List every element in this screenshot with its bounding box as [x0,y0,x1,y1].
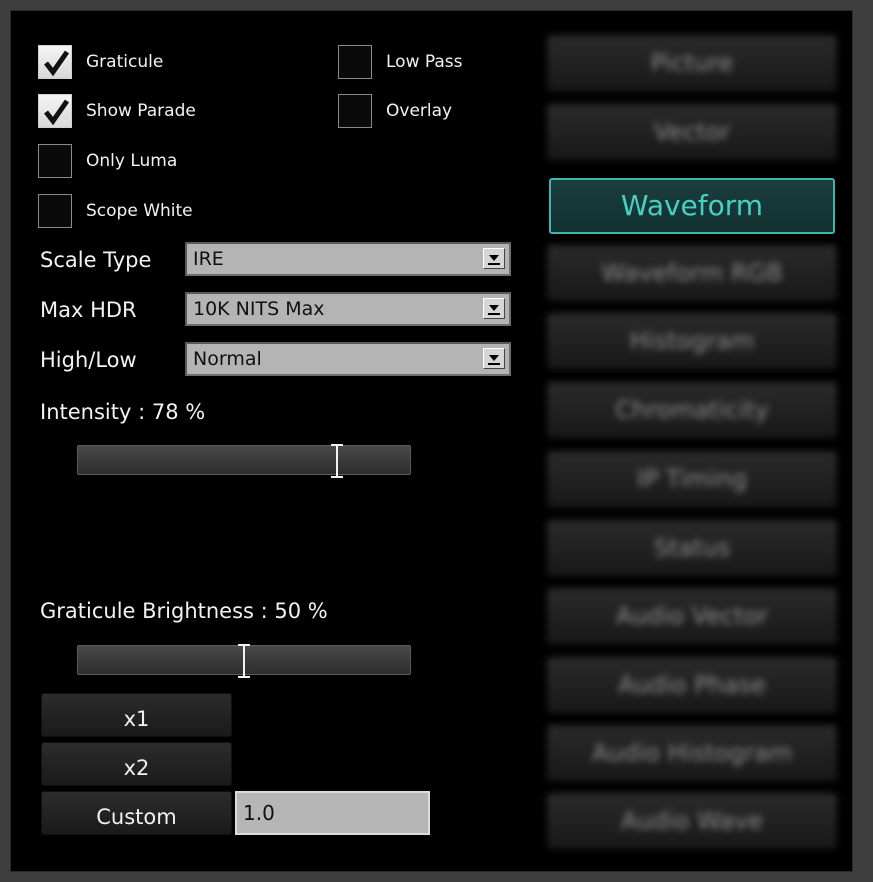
high-low-value: Normal [193,348,262,370]
scope-white-checkbox-row[interactable]: Scope White [38,194,193,228]
overlay-checkbox-row[interactable]: Overlay [338,94,452,128]
max-hdr-select[interactable]: 10K NITS Max [185,292,511,326]
checkmark-icon [44,99,70,126]
high-low-select[interactable]: Normal [185,342,511,376]
dropdown-arrow-icon[interactable] [483,348,505,369]
custom-zoom-input[interactable]: 1.0 [235,791,430,835]
graticule-brightness-label: Graticule Brightness : 50 % [40,599,328,623]
scope-button-audio-wave[interactable]: Audio Wave [547,793,837,849]
show-parade-label: Show Parade [86,101,196,121]
scope-button-chromaticity[interactable]: Chromaticity [547,382,837,438]
show-parade-checkbox-row[interactable]: Show Parade [38,94,196,128]
scope-button-audio-histogram[interactable]: Audio Histogram [547,725,837,781]
graticule-checkbox-row[interactable]: Graticule [38,45,163,79]
show-parade-checkbox[interactable] [38,94,72,128]
scope-button-ip-timing[interactable]: IP Timing [547,451,837,507]
scope-button-status[interactable]: Status [547,520,837,576]
graticule-brightness-slider-handle[interactable] [238,643,250,679]
scale-type-label: Scale Type [40,248,152,272]
graticule-label: Graticule [86,52,164,72]
scope-button-picture[interactable]: Picture [547,35,837,91]
intensity-label: Intensity : 78 % [40,400,206,424]
low-pass-checkbox[interactable] [338,45,372,79]
only-luma-checkbox[interactable] [38,144,72,178]
scope-button-vector[interactable]: Vector [547,104,837,160]
intensity-slider-handle[interactable] [331,443,343,479]
graticule-brightness-slider[interactable] [77,645,411,676]
overlay-checkbox[interactable] [338,94,372,128]
only-luma-label: Only Luma [86,151,178,171]
scope-white-checkbox[interactable] [38,194,72,228]
zoom-custom-button[interactable]: Custom [41,791,232,835]
dropdown-arrow-icon[interactable] [483,248,505,269]
scope-button-histogram[interactable]: Histogram [547,313,837,369]
intensity-slider[interactable] [77,445,411,476]
dropdown-arrow-icon[interactable] [483,298,505,319]
scale-type-select[interactable]: IRE [185,242,511,276]
scale-type-value: IRE [193,248,224,270]
high-low-label: High/Low [40,348,137,372]
scope-button-waveform-rgb[interactable]: Waveform RGB [547,245,837,301]
scope-settings-panel: Graticule Show Parade Only Luma Scope Wh… [10,10,853,872]
zoom-x1-button[interactable]: x1 [41,693,232,737]
low-pass-label: Low Pass [386,52,463,72]
max-hdr-label: Max HDR [40,298,137,322]
graticule-checkbox[interactable] [38,45,72,79]
only-luma-checkbox-row[interactable]: Only Luma [38,144,177,178]
zoom-x2-button[interactable]: x2 [41,742,232,786]
scope-button-waveform[interactable]: Waveform [549,178,835,234]
scope-white-label: Scope White [86,201,193,221]
checkmark-icon [44,50,70,77]
scope-button-audio-phase[interactable]: Audio Phase [547,657,837,713]
max-hdr-value: 10K NITS Max [193,298,325,320]
low-pass-checkbox-row[interactable]: Low Pass [338,45,463,79]
overlay-label: Overlay [386,101,453,121]
scope-button-audio-vector[interactable]: Audio Vector [547,588,837,644]
